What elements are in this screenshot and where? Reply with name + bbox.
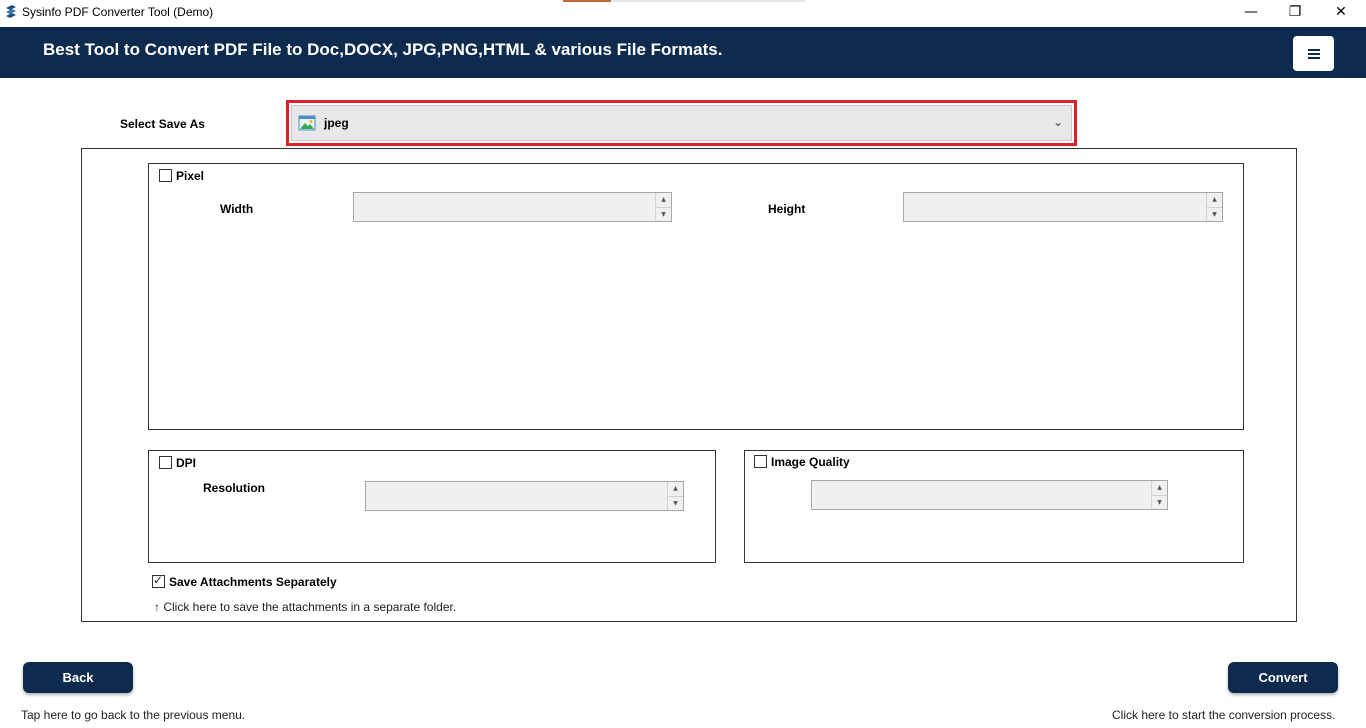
dpi-label: DPI bbox=[176, 456, 197, 470]
save-as-dropdown[interactable]: jpeg ⌄ bbox=[291, 105, 1072, 141]
resolution-spinner[interactable]: ▲ ▼ bbox=[365, 481, 684, 511]
pixel-label: Pixel bbox=[176, 169, 205, 183]
app-logo-icon bbox=[6, 5, 16, 18]
spin-up-icon[interactable]: ▲ bbox=[1207, 193, 1222, 208]
save-attachments-checkbox[interactable] bbox=[152, 573, 165, 588]
hamburger-icon bbox=[1307, 48, 1320, 59]
banner-headline: Best Tool to Convert PDF File to Doc,DOC… bbox=[43, 40, 723, 59]
image-quality-spinner[interactable]: ▲ ▼ bbox=[811, 480, 1168, 510]
window-title: Sysinfo PDF Converter Tool (Demo) bbox=[22, 5, 214, 19]
chevron-down-icon: ⌄ bbox=[1052, 115, 1063, 129]
spin-up-icon[interactable]: ▲ bbox=[656, 193, 671, 208]
save-as-label: Select Save As bbox=[120, 117, 205, 131]
spin-up-icon[interactable]: ▲ bbox=[668, 482, 683, 497]
header-banner: Best Tool to Convert PDF File to Doc,DOC… bbox=[0, 27, 1366, 78]
maximize-button[interactable]: ❐ bbox=[1272, 0, 1318, 24]
image-file-icon bbox=[298, 115, 316, 131]
minimize-button[interactable]: — bbox=[1228, 0, 1274, 24]
pixel-checkbox[interactable] bbox=[159, 169, 172, 182]
save-attachments-label: Save Attachments Separately bbox=[169, 575, 337, 589]
spin-up-icon[interactable]: ▲ bbox=[1152, 481, 1167, 496]
resolution-label: Resolution bbox=[203, 481, 265, 495]
height-label: Height bbox=[768, 202, 806, 216]
image-quality-spinner-arrows: ▲ ▼ bbox=[1151, 481, 1167, 509]
title-accent-track bbox=[611, 0, 805, 2]
save-attachments-hint: ↑ Click here to save the attachments in … bbox=[154, 600, 457, 614]
convert-button[interactable]: Convert bbox=[1228, 662, 1338, 693]
width-label: Width bbox=[220, 202, 254, 216]
spin-down-icon[interactable]: ▼ bbox=[656, 208, 671, 222]
hamburger-menu-button[interactable] bbox=[1293, 36, 1334, 71]
image-quality-checkbox[interactable] bbox=[754, 455, 767, 468]
width-spinner[interactable]: ▲ ▼ bbox=[353, 192, 672, 222]
height-spinner-arrows: ▲ ▼ bbox=[1206, 193, 1222, 221]
convert-hint: Click here to start the conversion proce… bbox=[1112, 708, 1336, 722]
height-spinner[interactable]: ▲ ▼ bbox=[903, 192, 1223, 222]
title-accent bbox=[563, 0, 611, 2]
spin-down-icon[interactable]: ▼ bbox=[668, 497, 683, 511]
image-quality-label: Image Quality bbox=[771, 455, 850, 469]
title-bar: Sysinfo PDF Converter Tool (Demo) — ❐ ✕ bbox=[0, 0, 1366, 27]
save-as-selected-value: jpeg bbox=[324, 116, 349, 130]
back-hint: Tap here to go back to the previous menu… bbox=[21, 708, 246, 722]
dpi-checkbox[interactable] bbox=[159, 456, 172, 469]
spin-down-icon[interactable]: ▼ bbox=[1207, 208, 1222, 222]
close-button[interactable]: ✕ bbox=[1318, 0, 1364, 24]
back-button[interactable]: Back bbox=[23, 662, 133, 693]
resolution-spinner-arrows: ▲ ▼ bbox=[667, 482, 683, 510]
width-spinner-arrows: ▲ ▼ bbox=[655, 193, 671, 221]
spin-down-icon[interactable]: ▼ bbox=[1152, 496, 1167, 510]
save-as-highlight: jpeg ⌄ bbox=[286, 100, 1077, 146]
